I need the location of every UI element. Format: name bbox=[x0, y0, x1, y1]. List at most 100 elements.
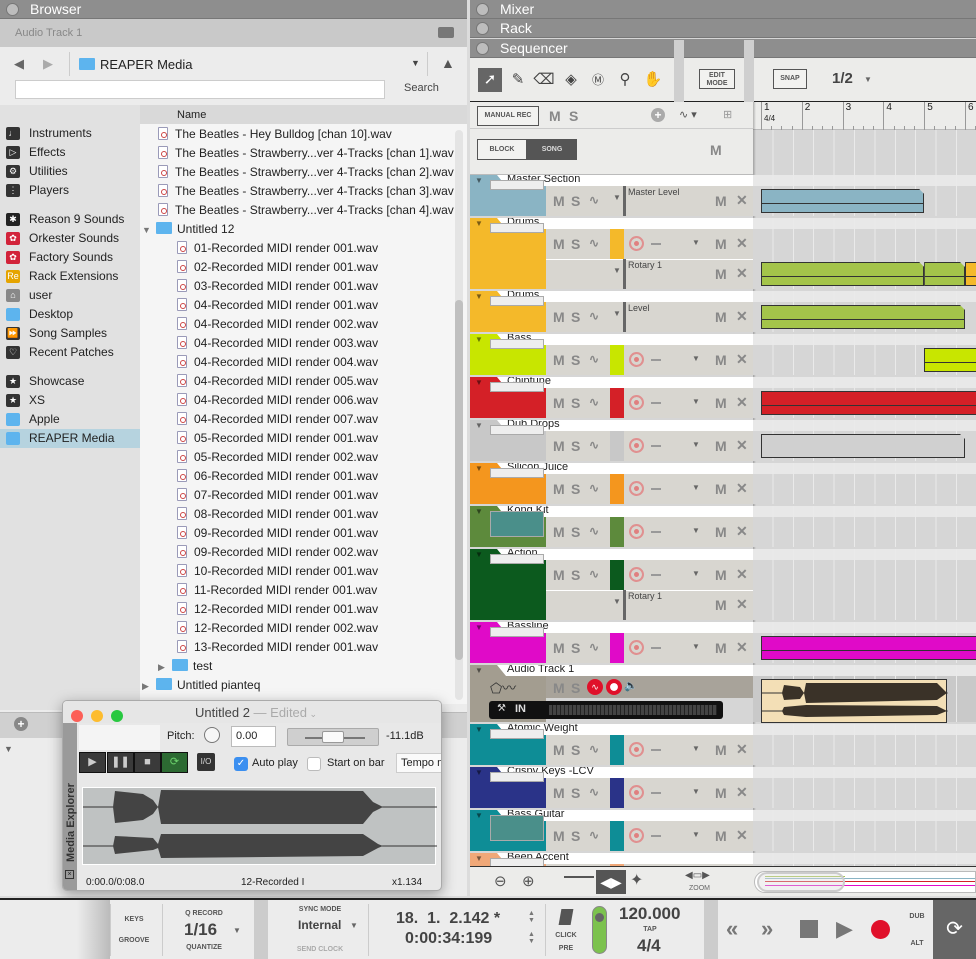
clip[interactable] bbox=[924, 262, 965, 286]
disclosure-closed-icon[interactable]: ▶ bbox=[158, 658, 172, 677]
file-row[interactable]: 12-Recorded MIDI render 001.wav bbox=[177, 600, 378, 619]
solo-button[interactable]: S bbox=[571, 236, 580, 252]
fast-forward-button[interactable]: » bbox=[761, 916, 773, 942]
mute-button[interactable]: M bbox=[553, 742, 565, 758]
sequencer-panel-bar[interactable]: Sequencer bbox=[470, 39, 976, 58]
mute-button[interactable]: M bbox=[553, 395, 565, 411]
mute-tool-icon[interactable]: Ⓜ bbox=[586, 68, 610, 92]
clip[interactable] bbox=[761, 189, 924, 213]
timeline-lane[interactable] bbox=[753, 474, 976, 504]
collapse-triangle-icon[interactable]: ▼ bbox=[475, 421, 483, 430]
track-silicon-juice[interactable]: ▼Silicon JuiceMS∿▼M✕ bbox=[470, 463, 976, 506]
collapse-triangle-icon[interactable]: ▼ bbox=[613, 309, 621, 318]
file-row[interactable]: 09-Recorded MIDI render 002.wav bbox=[177, 543, 378, 562]
folder-row[interactable]: ▶ Untitled pianteq bbox=[142, 676, 260, 695]
snap-button[interactable]: SNAP bbox=[773, 69, 807, 89]
record-enable-button[interactable] bbox=[629, 524, 644, 539]
delete-lane-icon[interactable]: ✕ bbox=[736, 480, 748, 497]
panel-toggle-icon[interactable] bbox=[476, 22, 489, 35]
collapse-triangle-icon[interactable]: ▼ bbox=[475, 666, 483, 675]
q-record-button[interactable]: Q RECORD bbox=[172, 910, 236, 917]
device-thumbnail[interactable] bbox=[490, 815, 544, 841]
mute-all-button[interactable]: M bbox=[549, 108, 561, 124]
location-dropdown[interactable]: REAPER Media bbox=[79, 57, 192, 72]
automation-icon[interactable]: ∿ bbox=[589, 309, 599, 323]
collapse-triangle-icon[interactable]: ▼ bbox=[613, 193, 621, 202]
chevron-down-icon[interactable]: ▼ bbox=[233, 926, 241, 935]
collapse-triangle-icon[interactable]: ▼ bbox=[475, 768, 483, 777]
device-thumbnail[interactable] bbox=[490, 511, 544, 537]
zoom-in-icon[interactable]: ⊕ bbox=[522, 872, 535, 890]
play-button[interactable]: ▶ bbox=[79, 752, 106, 773]
lane-mute-button[interactable]: M bbox=[715, 438, 727, 454]
delete-lane-icon[interactable]: ✕ bbox=[736, 639, 748, 656]
name-column-header[interactable]: Name bbox=[140, 105, 467, 124]
clip[interactable] bbox=[761, 262, 924, 286]
collapse-triangle-icon[interactable]: ▼ bbox=[475, 623, 483, 632]
file-row[interactable]: 09-Recorded MIDI render 001.wav bbox=[177, 524, 378, 543]
mute-button[interactable]: M bbox=[553, 309, 565, 325]
solo-button[interactable]: S bbox=[571, 438, 580, 454]
delete-lane-icon[interactable]: ✕ bbox=[736, 523, 748, 540]
lane-mute-button[interactable]: M bbox=[715, 309, 727, 325]
magnify-tool-icon[interactable]: ⚲ bbox=[613, 68, 637, 92]
time-signature-value[interactable]: 4/4 bbox=[637, 936, 661, 956]
waveform-medium-icon[interactable]: ◀▶ bbox=[596, 870, 626, 894]
clip[interactable] bbox=[761, 679, 948, 723]
mute-button[interactable]: M bbox=[553, 524, 565, 540]
track-chiptune[interactable]: ▼ChiptuneMS∿▼M✕ bbox=[470, 377, 976, 420]
close-window-button[interactable] bbox=[71, 710, 83, 722]
sidebar-item-user[interactable]: ⌂ user bbox=[0, 286, 140, 305]
back-arrow-icon[interactable]: ◀ bbox=[14, 56, 24, 72]
file-row[interactable]: The Beatles - Strawberry...ver 4-Tracks … bbox=[158, 163, 454, 182]
sidebar-item-players[interactable]: ⋮ Players bbox=[0, 181, 140, 200]
block-button[interactable]: BLOCK bbox=[477, 139, 527, 160]
delete-lane-icon[interactable]: ✕ bbox=[736, 596, 748, 613]
chevron-down-icon[interactable]: ▼ bbox=[692, 526, 700, 535]
forward-arrow-icon[interactable]: ▶ bbox=[43, 56, 53, 72]
track-drums[interactable]: ▼DrumsMS∿▼M✕▼Rotary 1M✕ bbox=[470, 218, 976, 291]
edit-mode-button[interactable]: EDIT MODE bbox=[699, 69, 735, 89]
speaker-icon[interactable]: 🔈 bbox=[624, 679, 638, 692]
track-action[interactable]: ▼ActionMS∿▼M✕▼Rotary 1M✕ bbox=[470, 549, 976, 622]
panel-toggle-icon[interactable] bbox=[6, 3, 19, 16]
clip[interactable] bbox=[761, 391, 976, 415]
timeline-lane[interactable] bbox=[753, 560, 976, 590]
alt-button[interactable]: ALT bbox=[902, 940, 932, 947]
file-row[interactable]: 10-Recorded MIDI render 001.wav bbox=[177, 562, 378, 581]
mute-button[interactable]: M bbox=[553, 352, 565, 368]
hand-tool-icon[interactable]: ✋ bbox=[641, 68, 665, 92]
tempo-mode-dropdown[interactable]: Tempo m bbox=[396, 753, 441, 773]
delete-lane-icon[interactable]: ✕ bbox=[736, 192, 748, 209]
razor-tool-icon[interactable]: ◈ bbox=[559, 68, 583, 92]
delete-lane-icon[interactable]: ✕ bbox=[736, 566, 748, 583]
clip[interactable] bbox=[761, 305, 965, 329]
solo-button[interactable]: S bbox=[571, 680, 580, 696]
song-position-bars[interactable]: 18. 1. 2.142 * bbox=[396, 910, 500, 928]
chevron-down-icon[interactable]: ▼ bbox=[692, 569, 700, 578]
track-audio-track-1[interactable]: ▼ Audio Track 1 ⬠〰 M S ∿ 🔈 ⚒ IN bbox=[470, 665, 976, 724]
disclosure-open-icon[interactable]: ▼ bbox=[142, 221, 156, 240]
automation-icon[interactable]: ∿ bbox=[589, 395, 599, 409]
clip[interactable] bbox=[924, 348, 976, 372]
file-row[interactable]: 05-Recorded MIDI render 002.wav bbox=[177, 448, 378, 467]
file-row[interactable]: 04-Recorded MIDI render 001.wav bbox=[177, 296, 378, 315]
start-on-bar-checkbox[interactable] bbox=[307, 757, 321, 771]
search-button[interactable]: Search bbox=[404, 82, 439, 94]
file-row[interactable]: 13-Recorded MIDI render 001.wav bbox=[177, 638, 378, 657]
folder-icon[interactable] bbox=[438, 27, 454, 38]
expand-triangle-icon[interactable]: ▼ bbox=[4, 744, 13, 754]
stop-button[interactable]: ■ bbox=[134, 752, 161, 773]
volume-slider[interactable] bbox=[287, 728, 379, 746]
device-thumbnail[interactable] bbox=[490, 468, 544, 478]
collapse-triangle-icon[interactable]: ▼ bbox=[613, 597, 621, 606]
track-atomic-weight[interactable]: ▼Atomic WeightMS∿▼M✕ bbox=[470, 724, 976, 767]
pitch-input[interactable]: 0.00 bbox=[231, 726, 276, 747]
automation-menu-icon[interactable]: ∿ ▾ bbox=[679, 108, 697, 121]
tap-button[interactable]: TAP bbox=[635, 926, 665, 933]
groove-button[interactable]: GROOVE bbox=[116, 937, 152, 944]
chevron-down-icon[interactable]: ▼ bbox=[692, 787, 700, 796]
chevron-down-icon[interactable]: ▼ bbox=[692, 354, 700, 363]
file-row[interactable]: 04-Recorded MIDI render 003.wav bbox=[177, 334, 378, 353]
record-enable-button[interactable] bbox=[629, 828, 644, 843]
